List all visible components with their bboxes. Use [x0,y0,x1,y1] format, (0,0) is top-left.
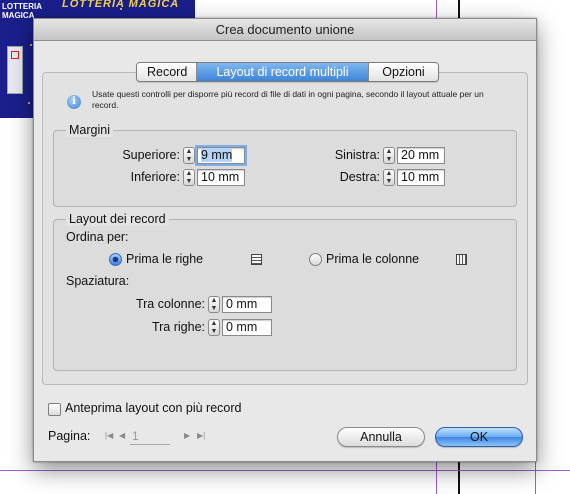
tab-multiple-record-layout[interactable]: Layout di record multipli [197,63,369,81]
margins-group: Margini Superiore: ▲ ▼ 9 mm Inferiore: ▲ ▼… [53,123,517,207]
margins-legend: Margini [66,123,113,137]
top-margin-label: Superiore: [122,148,180,162]
row-gap-stepper[interactable]: ▲ ▼ [208,319,220,336]
order-by-label: Ordina per: [66,230,129,244]
right-margin-stepper[interactable]: ▲ ▼ [383,169,395,186]
margin-guide [0,470,570,471]
dialog-title: Crea documento unione [34,19,536,41]
star-decoration [120,8,122,10]
record-layout-legend: Layout dei record [66,212,169,226]
bottom-margin-stepper[interactable]: ▲ ▼ [183,169,195,186]
poster-title-line2: MAGICA [2,11,35,20]
info-text: Usate questi controlli per disporre più … [92,89,484,110]
columns-first-label[interactable]: Prima le colonne [326,252,419,266]
poster-title-line1: LOTTERIA [2,2,42,11]
info-icon: i [67,95,81,109]
preview-checkbox[interactable] [48,403,61,416]
first-page-icon[interactable]: |◀ [105,431,113,440]
column-gap-field[interactable]: 0 mm [222,296,272,313]
row-gap-label: Tra righe: [151,320,205,334]
left-margin-stepper[interactable]: ▲ ▼ [383,147,395,164]
next-page-icon[interactable]: ▶ [184,431,190,440]
tab-bar: Record Layout di record multipli Opzioni [136,62,439,82]
preview-label[interactable]: Anteprima layout con più record [65,401,241,415]
left-margin-field[interactable]: 20 mm [397,147,445,164]
merge-document-dialog: Crea documento unione Record Layout di r… [33,18,537,462]
star-decoration [28,102,30,104]
ok-button[interactable]: OK [435,427,523,447]
poster-ticket [7,46,23,94]
bottom-margin-field[interactable]: 10 mm [197,169,245,186]
row-gap-field[interactable]: 0 mm [222,319,272,336]
page-label: Pagina: [48,429,91,443]
left-margin-label: Sinistra: [334,148,380,162]
rows-first-label[interactable]: Prima le righe [126,252,203,266]
top-margin-field[interactable]: 9 mm [197,147,245,164]
column-gap-stepper[interactable]: ▲ ▼ [208,296,220,313]
column-gap-label: Tra colonne: [135,297,205,311]
page-number-field[interactable]: 1 [130,429,170,445]
previous-page-icon[interactable]: ◀ [119,431,125,440]
columns-first-radio[interactable] [309,253,322,266]
spacing-label: Spaziatura: [66,274,130,288]
star-decoration [30,44,32,46]
last-page-icon[interactable]: ▶| [197,431,205,440]
rows-first-radio[interactable] [109,253,122,266]
columns-order-icon [456,254,467,265]
tab-options[interactable]: Opzioni [369,63,438,81]
record-layout-group: Layout dei record Ordina per: Prima le r… [53,212,517,371]
top-margin-stepper[interactable]: ▲ ▼ [183,147,195,164]
right-margin-field[interactable]: 10 mm [397,169,445,186]
tab-record[interactable]: Record [137,63,197,81]
top-margin-value: 9 mm [201,148,233,162]
cancel-button[interactable]: Annulla [337,427,425,447]
rows-order-icon [251,254,262,265]
bottom-margin-label: Inferiore: [130,170,180,184]
right-margin-label: Destra: [339,170,380,184]
